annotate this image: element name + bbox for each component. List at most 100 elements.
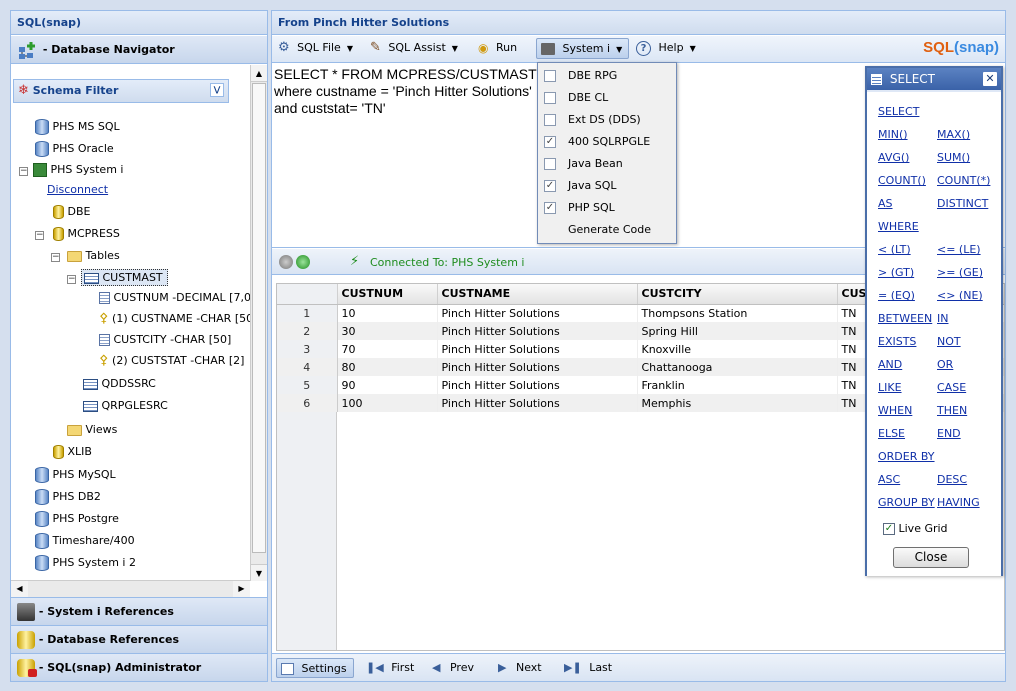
menu-checkbox[interactable] (544, 114, 556, 126)
keyword-link[interactable]: OR (937, 358, 953, 371)
keyword-link[interactable]: HAVING (937, 496, 980, 509)
checkbox-checked-icon[interactable]: ✓ (883, 523, 895, 535)
vertical-scrollbar[interactable]: ▲ ▼ (250, 65, 267, 581)
keyword-link[interactable]: EXISTS (878, 335, 916, 348)
column-header[interactable]: CUSTCITY (637, 284, 838, 305)
keyword-link[interactable]: AND (878, 358, 902, 371)
menu-checkbox-checked[interactable]: ✓ (544, 136, 556, 148)
menu-item-dbe-cl[interactable]: DBE CL (538, 87, 676, 109)
close-button[interactable]: Close (893, 547, 969, 568)
collapse-toggle[interactable]: − (51, 253, 60, 262)
menu-item-java-bean[interactable]: Java Bean (538, 153, 676, 175)
keyword-link[interactable]: > (GT) (878, 266, 914, 279)
refresh-icon[interactable] (296, 255, 310, 269)
live-grid-checkbox[interactable]: ✓ Live Grid (883, 522, 948, 535)
keyword-link[interactable]: < (LT) (878, 243, 911, 256)
horizontal-scrollbar[interactable]: ◀ ▶ (11, 580, 250, 597)
keyword-link[interactable]: ELSE (878, 427, 905, 440)
tree-item-qddssrc[interactable]: QDDSSRC (83, 377, 156, 390)
menu-checkbox[interactable] (544, 158, 556, 170)
database-references-header[interactable]: - Database References (11, 625, 267, 653)
tree-item-phs-postgre[interactable]: PHS Postgre (35, 511, 119, 527)
menu-checkbox-checked[interactable]: ✓ (544, 180, 556, 192)
stop-icon[interactable] (279, 255, 293, 269)
tree-item-column[interactable]: CUSTNUM -DECIMAL [7,0] (99, 291, 255, 304)
column-header[interactable]: CUSTNUM (337, 284, 438, 305)
keyword-link[interactable]: LIKE (878, 381, 902, 394)
keyword-link[interactable]: <= (LE) (937, 243, 981, 256)
tree-item-dbe[interactable]: DBE (53, 205, 90, 219)
tree-item-column[interactable]: ⚴ (1) CUSTNAME -CHAR [50] (99, 311, 257, 326)
system-i-button[interactable]: System i ▼ (536, 38, 630, 59)
tree-item-qrpglesrc[interactable]: QRPGLESRC (83, 399, 168, 412)
menu-item-dbe-rpg[interactable]: DBE RPG (538, 65, 676, 87)
keyword-link[interactable]: THEN (937, 404, 967, 417)
keyword-link[interactable]: MAX() (937, 128, 970, 141)
last-page-button[interactable]: ▶❚ Last (564, 658, 612, 678)
menu-item-generate-code[interactable]: Generate Code (538, 219, 676, 241)
keyword-link[interactable]: = (EQ) (878, 289, 915, 302)
keyword-link[interactable]: IN (937, 312, 948, 325)
tree-item-phs-db2[interactable]: PHS DB2 (35, 489, 101, 505)
tree-item-mcpress[interactable]: MCPRESS (53, 227, 120, 241)
keyword-link[interactable]: <> (NE) (937, 289, 983, 302)
keyword-link[interactable]: SUM() (937, 151, 970, 164)
database-navigator-header[interactable]: - Database Navigator (11, 36, 267, 64)
menu-checkbox[interactable] (544, 92, 556, 104)
keyword-link[interactable]: GROUP BY (878, 496, 935, 509)
tree-item-timeshare[interactable]: Timeshare/400 (35, 533, 135, 549)
help-button[interactable]: ? Help ▼ (636, 36, 696, 60)
keyword-link[interactable]: NOT (937, 335, 961, 348)
keyword-link[interactable]: AS (878, 197, 893, 210)
tree-item-phs-ms-sql[interactable]: PHS MS SQL (35, 119, 120, 135)
tree-item-phs-oracle[interactable]: PHS Oracle (35, 141, 114, 157)
keyword-link[interactable]: WHEN (878, 404, 912, 417)
keyword-link[interactable]: COUNT() (878, 174, 926, 187)
scroll-up-icon[interactable]: ▲ (251, 65, 267, 82)
chevron-down-icon[interactable]: ⋁ (210, 83, 224, 97)
administrator-header[interactable]: - SQL(snap) Administrator (11, 653, 267, 681)
menu-checkbox[interactable] (544, 70, 556, 82)
first-page-button[interactable]: ❚◀ First (366, 658, 414, 678)
sql-file-button[interactable]: ⚙ SQL File ▼ (278, 36, 353, 60)
prev-page-button[interactable]: ◀ Prev (432, 658, 474, 678)
keyword-link[interactable]: BETWEEN (878, 312, 932, 325)
menu-item-php-sql[interactable]: ✓ PHP SQL (538, 197, 676, 219)
menu-checkbox-checked[interactable]: ✓ (544, 202, 556, 214)
next-page-button[interactable]: ▶ Next (498, 658, 542, 678)
keyword-link[interactable]: SELECT (878, 105, 919, 118)
tree-item-column[interactable]: CUSTCITY -CHAR [50] (99, 333, 231, 346)
collapse-toggle[interactable]: − (35, 231, 44, 240)
collapse-toggle[interactable]: − (19, 167, 28, 176)
keyword-link[interactable]: AVG() (878, 151, 909, 164)
tree-item-phs-mysql[interactable]: PHS MySQL (35, 467, 116, 483)
keyword-link[interactable]: ORDER BY (878, 450, 935, 463)
tree-item-custmast[interactable]: CUSTMAST (81, 269, 168, 286)
schema-filter[interactable]: ❄ Schema Filter ⋁ (13, 79, 229, 103)
menu-item-400-sqlrpgle[interactable]: ✓ 400 SQLRPGLE (538, 131, 676, 153)
keyword-link[interactable]: DESC (937, 473, 967, 486)
keyword-link[interactable]: DISTINCT (937, 197, 988, 210)
close-icon[interactable]: ✕ (983, 72, 997, 86)
keyword-link[interactable]: WHERE (878, 220, 919, 233)
scroll-thumb[interactable] (252, 83, 266, 553)
tree-item-column[interactable]: ⚴ (2) CUSTSTAT -CHAR [2] (99, 353, 244, 368)
run-button[interactable]: ◉ Run (478, 36, 517, 60)
keyword-link[interactable]: >= (GE) (937, 266, 983, 279)
disconnect-link[interactable]: Disconnect (47, 183, 108, 196)
scroll-left-icon[interactable]: ◀ (11, 581, 28, 597)
tree-item-phs-system-i[interactable]: PHS System i (33, 163, 123, 177)
scroll-down-icon[interactable]: ▼ (251, 564, 267, 581)
keyword-link[interactable]: END (937, 427, 961, 440)
scroll-right-icon[interactable]: ▶ (233, 581, 250, 597)
tree-item-tables[interactable]: Tables (67, 249, 120, 262)
tree-item-xlib[interactable]: XLIB (53, 445, 92, 459)
tree-item-views[interactable]: Views (67, 423, 117, 436)
menu-item-java-sql[interactable]: ✓ Java SQL (538, 175, 676, 197)
settings-button[interactable]: Settings (276, 658, 354, 678)
tree-item-phs-system-i-2[interactable]: PHS System i 2 (35, 555, 136, 571)
system-i-references-header[interactable]: - System i References (11, 597, 267, 625)
menu-item-ext-ds[interactable]: Ext DS (DDS) (538, 109, 676, 131)
column-header[interactable]: CUSTNAME (437, 284, 638, 305)
collapse-toggle[interactable]: − (67, 275, 76, 284)
